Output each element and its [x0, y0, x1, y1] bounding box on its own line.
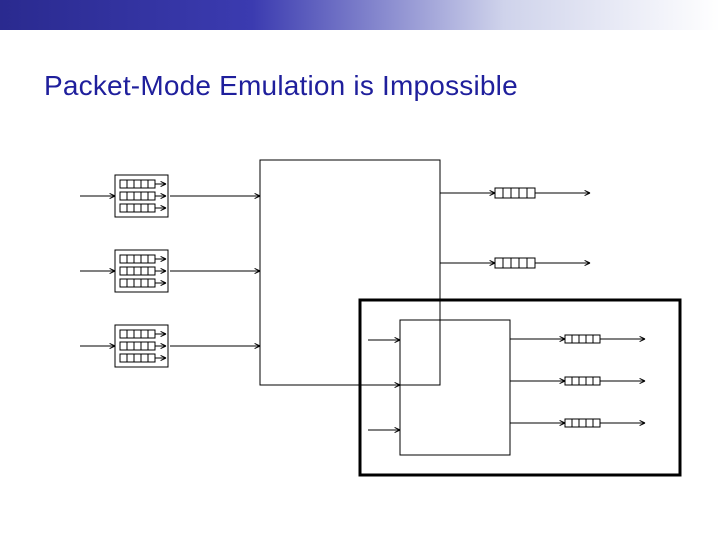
- slide-title: Packet-Mode Emulation is Impossible: [44, 70, 518, 102]
- output-queue-1: [440, 258, 590, 268]
- inset-switch: [400, 320, 510, 455]
- inset-output-queue-0: [510, 335, 645, 343]
- voq-input-2: [80, 325, 260, 367]
- inset-output-queue-1: [510, 377, 645, 385]
- architecture-diagram: [0, 140, 720, 540]
- accent-bar: [0, 0, 720, 30]
- output-queue-0: [440, 188, 590, 198]
- inset-output-queue-2: [510, 419, 645, 427]
- voq-input-0: [80, 175, 260, 217]
- voq-input-1: [80, 250, 260, 292]
- central-switch: [260, 160, 440, 385]
- inset-frame: [360, 300, 680, 475]
